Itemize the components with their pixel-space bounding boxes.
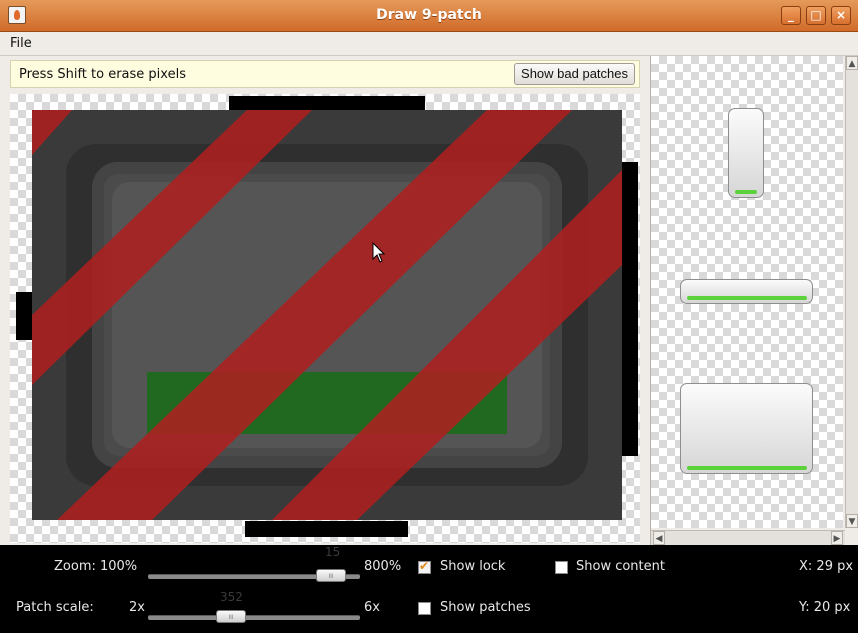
patch-scale-slider-track[interactable] — [148, 615, 360, 620]
preview-vertical-stretch — [728, 108, 764, 198]
preview-content-bar — [735, 190, 757, 194]
preview-area[interactable] — [651, 56, 843, 528]
title-bar[interactable]: Draw 9-patch _ □ × — [0, 0, 858, 32]
zoom-slider-value: 15 — [325, 545, 341, 559]
bad-patch-stripe — [32, 110, 72, 155]
patch-image[interactable] — [32, 110, 622, 520]
padding-marker-bottom[interactable] — [245, 521, 408, 537]
show-lock-label[interactable]: Show lock — [440, 559, 505, 574]
stretch-marker-top[interactable] — [229, 96, 425, 110]
preview-vertical-scrollbar[interactable]: ▲ ▼ — [845, 56, 858, 528]
zoom-max-label: 800% — [364, 559, 402, 574]
preview-content-bar — [687, 296, 807, 300]
patch-scale-value: 352 — [220, 590, 243, 604]
show-content-checkbox[interactable] — [555, 561, 568, 574]
y-coordinate-readout: Y: 20 px — [799, 600, 851, 615]
menu-file[interactable]: File — [10, 36, 32, 51]
preview-horizontal-stretch — [680, 279, 813, 304]
padding-marker-right[interactable] — [622, 162, 638, 456]
stretch-marker-left[interactable] — [16, 292, 32, 340]
patch-canvas[interactable] — [10, 94, 640, 543]
minimize-button[interactable]: _ — [781, 6, 801, 25]
close-button[interactable]: × — [831, 6, 851, 25]
maximize-button[interactable]: □ — [806, 6, 826, 25]
editor-panel: Press Shift to erase pixels Show bad pat… — [0, 56, 650, 545]
show-bad-patches-button[interactable]: Show bad patches — [514, 63, 635, 85]
preview-both-stretch — [680, 383, 813, 474]
preview-horizontal-scrollbar[interactable]: ◀ ▶ — [651, 530, 845, 545]
chevron-right-icon[interactable]: ▶ — [831, 531, 843, 545]
control-bar: Zoom: 100% 15 ıı 800% Show lock Show con… — [0, 545, 858, 633]
show-patches-checkbox[interactable] — [418, 602, 431, 615]
show-content-label[interactable]: Show content — [576, 559, 665, 574]
preview-panel: ▲ ▼ ◀ ▶ — [650, 56, 858, 545]
patch-scale-max-label: 6x — [364, 600, 380, 615]
zoom-slider-thumb[interactable]: ıı — [316, 569, 346, 582]
zoom-label: Zoom: 100% — [54, 559, 138, 574]
bad-patches-overlay — [32, 110, 622, 520]
chevron-down-icon[interactable]: ▼ — [846, 514, 858, 528]
x-coordinate-readout: X: 29 px — [799, 559, 854, 574]
show-patches-label[interactable]: Show patches — [440, 600, 531, 615]
mouse-pointer-icon — [372, 242, 386, 263]
patch-scale-label: Patch scale: — [16, 600, 94, 615]
preview-content-bar — [687, 466, 807, 470]
chevron-left-icon[interactable]: ◀ — [653, 531, 665, 545]
menu-bar: File — [0, 32, 858, 56]
window-title: Draw 9-patch — [376, 7, 482, 23]
patch-scale-slider-thumb[interactable]: ıı — [216, 610, 246, 623]
patch-scale-min-label: 2x — [129, 600, 145, 615]
hint-text: Press Shift to erase pixels — [19, 67, 186, 82]
chevron-up-icon[interactable]: ▲ — [846, 56, 858, 70]
show-lock-checkbox[interactable] — [418, 559, 431, 574]
hint-bar: Press Shift to erase pixels Show bad pat… — [10, 60, 640, 88]
